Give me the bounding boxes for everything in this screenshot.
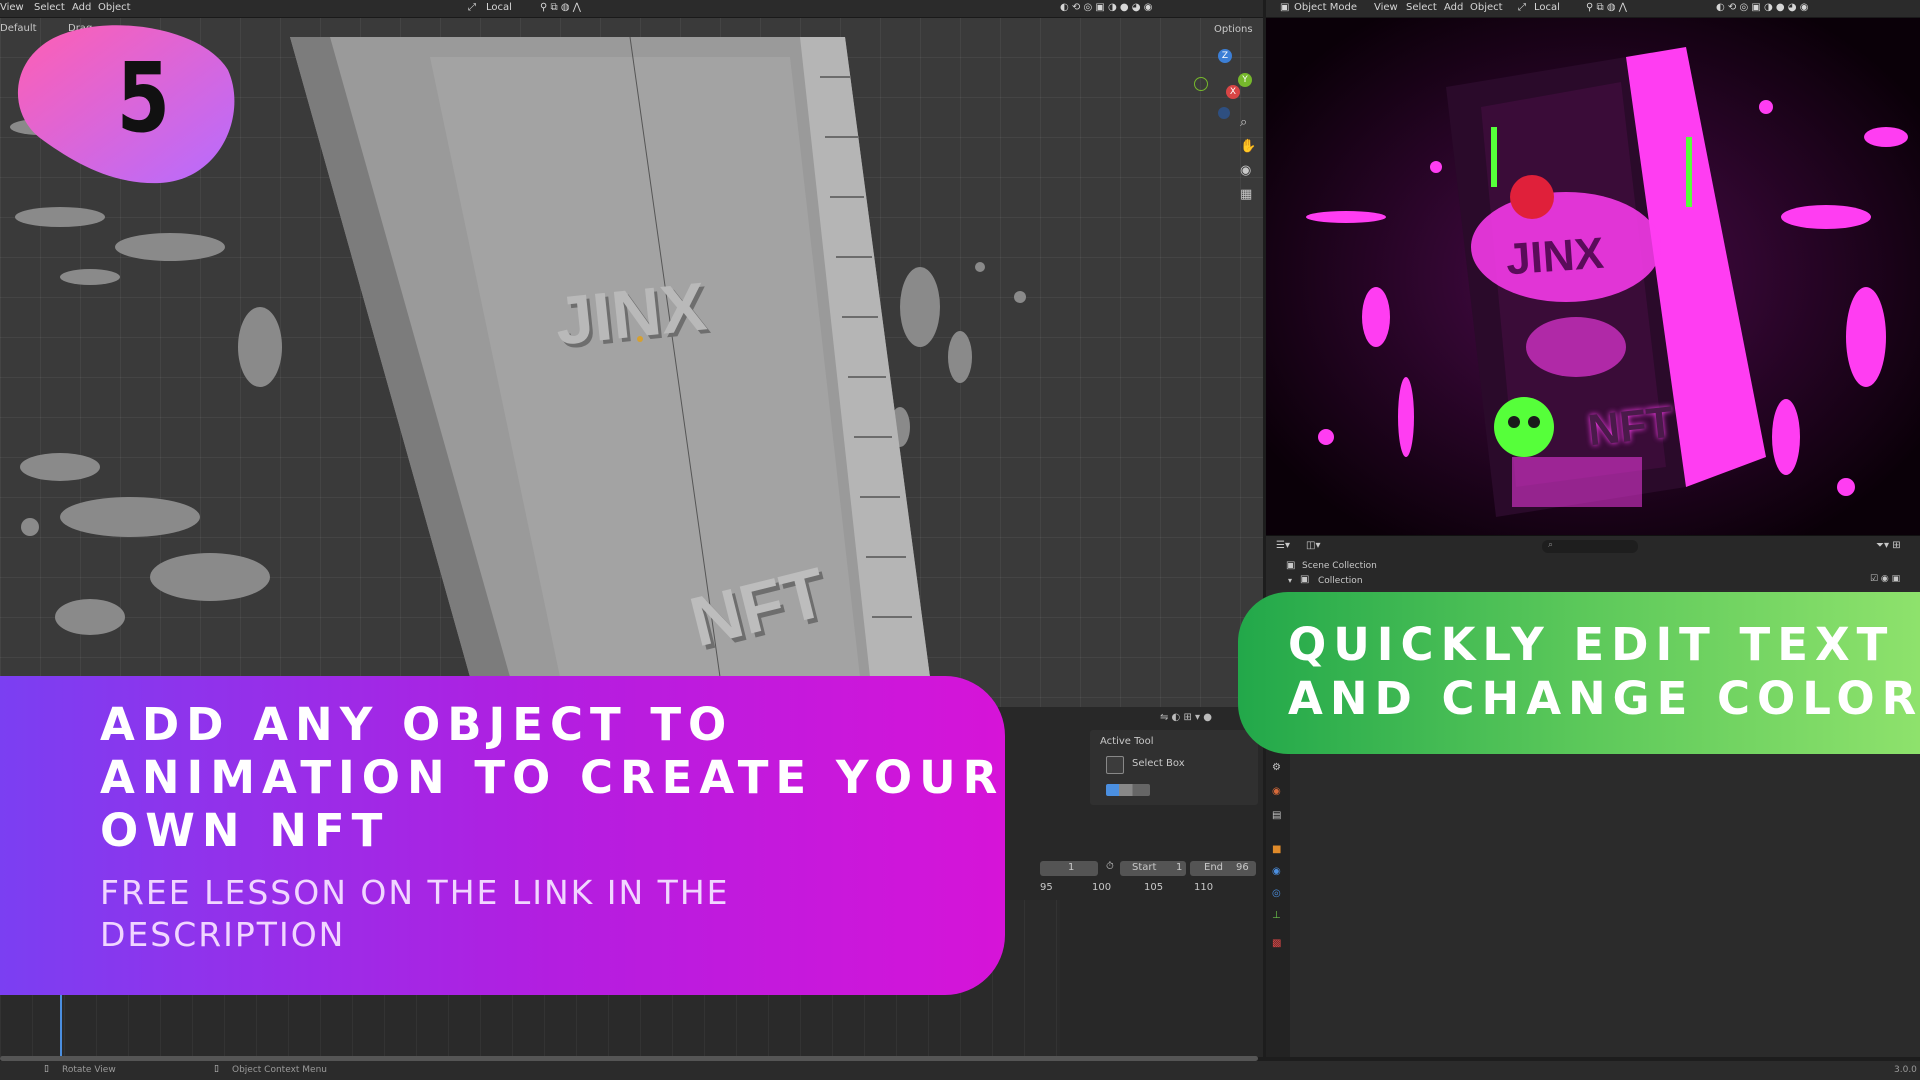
collection-expand-icon[interactable]: ▾ xyxy=(1288,576,1292,585)
outliner-editor-type-icon[interactable]: ☰▾ xyxy=(1276,540,1290,551)
overlay-icons[interactable]: ◐ ⟲ ◎ ▣ ◑ ● ◕ ◉ xyxy=(1060,2,1152,13)
outliner-display-mode-icon[interactable]: ◫▾ xyxy=(1306,540,1320,551)
menu-view[interactable]: View xyxy=(1374,2,1398,13)
snap-icon[interactable]: ⚲ ⧉ ◍ ⋀ xyxy=(540,2,581,13)
select-box-label[interactable]: Select Box xyxy=(1132,758,1185,769)
right-model-word-jinx: JINX xyxy=(1504,228,1606,285)
output-tab-icon[interactable]: ▤ xyxy=(1272,810,1281,821)
step-number: 5 xyxy=(116,42,171,154)
timeline-tick: 100 xyxy=(1092,882,1112,893)
gizmo-neg-y[interactable] xyxy=(1194,77,1208,91)
filter-icon[interactable]: ⏷▾ ⊞ xyxy=(1876,540,1901,551)
status-hint-context: Object Context Menu xyxy=(232,1065,328,1075)
menu-add[interactable]: Add xyxy=(72,2,91,13)
active-tool-title[interactable]: Active Tool xyxy=(1100,736,1154,747)
green-banner-line-1: QUICKLY EDIT TEXT xyxy=(1288,618,1895,671)
shading-icons[interactable]: ◐ ⟲ ◎ ▣ ◑ ● ◕ ◉ xyxy=(1716,2,1808,13)
orientation-dropdown[interactable]: Local xyxy=(1534,2,1560,13)
banner-subtitle-line-2: DESCRIPTION xyxy=(100,915,346,954)
menu-object[interactable]: Object xyxy=(1470,2,1503,13)
object-mode-icon[interactable]: ▣ xyxy=(1280,2,1289,13)
gizmo-z-axis[interactable]: Z xyxy=(1218,49,1232,63)
left-promo-banner: ADD ANY OBJECT TO ANIMATION TO CREATE YO… xyxy=(0,676,1005,995)
object-tab-icon[interactable]: ■ xyxy=(1272,844,1281,855)
render-tab-icon[interactable]: ◉ xyxy=(1272,786,1281,797)
menu-add[interactable]: Add xyxy=(1444,2,1463,13)
mouse-icon: ▯ xyxy=(44,1064,49,1074)
right-promo-banner: QUICKLY EDIT TEXT AND CHANGE COLOR xyxy=(1238,592,1920,754)
timeline-playhead[interactable] xyxy=(60,990,62,1057)
collection-visibility-icons[interactable]: ☑ ◉ ▣ xyxy=(1870,574,1900,584)
status-bar: ▯ Rotate View ▯ Object Context Menu 3.0.… xyxy=(0,1061,1920,1080)
current-frame-value: 1 xyxy=(1068,862,1075,873)
outliner-panel: ☰▾ ◫▾ ⌕ ⏷▾ ⊞ ▣ Scene Collection ▾ ▣ Coll… xyxy=(1266,535,1920,591)
collection-icon: ▣ xyxy=(1300,574,1310,585)
select-mode-icons[interactable] xyxy=(1106,784,1150,796)
orientation-icon[interactable]: ⤢ xyxy=(468,2,476,13)
scene-collection-icon: ▣ xyxy=(1286,560,1296,571)
timeline-tick: 95 xyxy=(1040,882,1053,893)
collection-label[interactable]: Collection xyxy=(1318,576,1363,586)
left-viewport-header: View Select Add Object ⤢ Local ⚲ ⧉ ◍ ⋀ ◐… xyxy=(0,0,1263,18)
modifier-tab-icon[interactable]: ◉ xyxy=(1272,866,1281,877)
tool-properties-panel: Active Tool Select Box xyxy=(1090,730,1258,805)
banner-title-line-2: ANIMATION TO CREATE YOUR xyxy=(100,751,1005,804)
zoom-icon[interactable]: ⌕ xyxy=(1240,115,1247,130)
properties-tab-bar: ⚙ ◉ ▤ ■ ◉ ◎ ⊥ ▩ xyxy=(1266,740,1290,1057)
right-viewport[interactable]: JINX NFT xyxy=(1266,17,1920,535)
tool-tab-icon[interactable]: ⚙ xyxy=(1272,762,1281,773)
navigation-gizmo[interactable]: Z Y X xyxy=(1188,47,1258,127)
select-box-icon[interactable] xyxy=(1106,756,1124,774)
start-value: 1 xyxy=(1176,862,1183,873)
version-label: 3.0.0 xyxy=(1894,1065,1917,1075)
start-frame-field[interactable]: Start 1 xyxy=(1120,861,1186,876)
end-value: 96 xyxy=(1236,862,1249,873)
orientation-icon[interactable]: ⤢ xyxy=(1518,2,1526,13)
constraints-tab-icon[interactable]: ⊥ xyxy=(1272,910,1281,921)
right-model-word-nft: NFT xyxy=(1585,397,1676,456)
status-hint-rotate: Rotate View xyxy=(62,1065,116,1075)
left-model-word-jinx: JINX xyxy=(551,268,710,360)
texture-tab-icon[interactable]: ▩ xyxy=(1272,938,1281,949)
banner-subtitle-line-1: FREE LESSON ON THE LINK IN THE xyxy=(100,873,730,912)
right-viewport-header: ▣ Object Mode View Select Add Object ⤢ L… xyxy=(1266,0,1920,18)
outliner-search-input[interactable]: ⌕ xyxy=(1542,540,1638,553)
end-label: End xyxy=(1204,862,1224,873)
timeline-tick: 105 xyxy=(1144,882,1164,893)
timeline-tick: 110 xyxy=(1194,882,1214,893)
start-label: Start xyxy=(1132,862,1157,873)
stopwatch-icon[interactable]: ⏱ xyxy=(1106,861,1114,872)
camera-view-icon[interactable]: ◉ xyxy=(1240,163,1251,178)
snap-icons[interactable]: ⚲ ⧉ ◍ ⋀ xyxy=(1586,2,1627,13)
menu-view[interactable]: View xyxy=(0,2,24,13)
menu-object[interactable]: Object xyxy=(98,2,131,13)
mouse-icon: ▯ xyxy=(214,1064,219,1074)
tool-panel-header-icons[interactable]: ⇋ ◐ ⊞ ▾ ● xyxy=(1160,712,1250,726)
scene-collection-label[interactable]: Scene Collection xyxy=(1302,561,1377,571)
menu-select[interactable]: Select xyxy=(34,2,65,13)
green-banner-line-2: AND CHANGE COLOR xyxy=(1288,672,1920,725)
end-frame-field[interactable]: End 96 xyxy=(1190,861,1256,876)
pan-hand-icon[interactable]: ✋ xyxy=(1240,139,1256,154)
banner-title-line-1: ADD ANY OBJECT TO xyxy=(100,698,734,751)
current-frame-field[interactable]: 1 xyxy=(1040,861,1098,876)
menu-select[interactable]: Select xyxy=(1406,2,1437,13)
gizmo-neg-z[interactable] xyxy=(1218,107,1230,119)
object-mode-dropdown[interactable]: Object Mode xyxy=(1294,2,1357,13)
gizmo-y-axis[interactable]: Y xyxy=(1238,73,1252,87)
physics-tab-icon[interactable]: ◎ xyxy=(1272,888,1281,899)
options-dropdown[interactable]: Options xyxy=(1214,24,1253,35)
gizmo-x-axis[interactable]: X xyxy=(1226,85,1240,99)
orientation-dropdown[interactable]: Local xyxy=(486,2,512,13)
perspective-grid-icon[interactable]: ▦ xyxy=(1240,187,1252,202)
banner-title-line-3: OWN NFT xyxy=(100,804,390,857)
